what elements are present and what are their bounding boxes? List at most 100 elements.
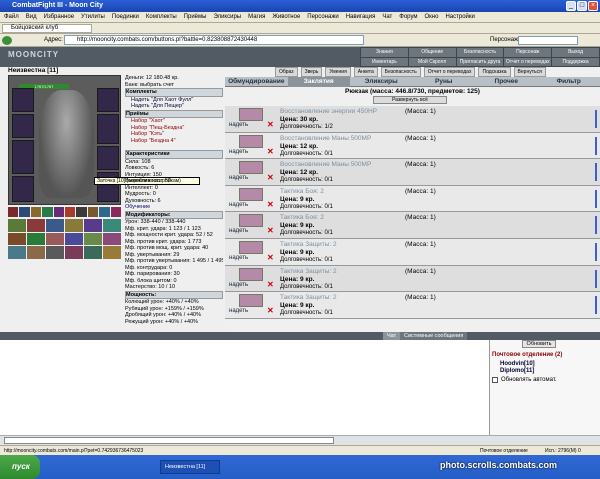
sub-nav-item[interactable]: Безопасность [380,67,421,77]
menu-item[interactable]: Приёмы [184,14,207,20]
online-user[interactable]: Hoodvin[10] [500,361,535,367]
power-header[interactable]: Мощность: [125,290,223,299]
close-button[interactable]: × [588,1,598,11]
top-nav-item[interactable]: Инвентарь [361,57,408,66]
item-name[interactable]: Тактика Боя: 2 [280,188,324,195]
spell-slot[interactable] [65,232,83,246]
address-input[interactable]: http://mooncity.combats.com/buttons.pl?b… [64,35,364,45]
belt-slot[interactable] [19,207,30,217]
menu-item[interactable]: Животное [272,14,300,20]
spell-slot[interactable] [65,219,83,232]
spell-slot[interactable] [8,246,26,259]
category-tab[interactable]: Руны [413,77,476,87]
top-nav-item[interactable]: Персонаж [504,48,552,57]
equip-link[interactable]: надеть [229,202,248,208]
mods-header[interactable]: Модификаторы: [125,210,223,219]
menu-item[interactable]: Окно [425,14,439,20]
autoupdate-checkbox[interactable] [492,377,498,383]
slot-gloves[interactable] [97,146,119,170]
menu-item[interactable]: Навигация [346,14,376,20]
belt-slot[interactable] [65,207,76,217]
slot-belt[interactable] [12,176,34,202]
item-name[interactable]: Восстановление Маны 500MP [280,161,371,168]
sub-nav-item[interactable]: Вернуться [513,67,546,77]
slot-armor[interactable] [12,140,34,174]
delete-icon[interactable]: ✕ [267,147,274,156]
category-tab[interactable]: Фильтр [538,77,600,87]
top-nav-item[interactable]: Поддержка [552,57,599,66]
top-nav-item[interactable]: Общение [408,48,456,57]
menu-item[interactable]: Настройки [445,14,474,20]
belt-slot[interactable] [30,207,42,217]
equip-link[interactable]: надеть [229,282,248,288]
slot-helmet[interactable] [12,88,34,112]
belt-slot[interactable] [8,207,19,217]
item-name[interactable]: Восстановление Маны 500MP [280,135,371,142]
spell-slot[interactable] [103,219,121,232]
menu-item[interactable]: Поединки [112,14,139,20]
category-tab[interactable]: Обмундирование [225,77,288,87]
slot-weapon-left[interactable] [12,114,34,138]
chars-header[interactable]: Характеристики [125,150,223,159]
spell-slot[interactable] [84,219,102,232]
refresh-button[interactable]: Обновить [522,340,556,348]
spell-slot[interactable] [103,232,121,246]
item-name[interactable]: Тактика Боя: 2 [280,214,324,221]
menu-item[interactable]: Форум [399,14,417,20]
delete-icon[interactable]: ✕ [267,120,274,129]
chat-input[interactable] [4,437,334,444]
start-button[interactable]: пуск [0,455,40,479]
belt-slot[interactable] [87,207,99,217]
post-office-link[interactable]: Почтовое отделение (2) [492,352,562,358]
kits-header[interactable]: Комплекты [125,88,223,97]
menu-item[interactable]: Файл [4,14,19,20]
equip-link[interactable]: надеть [229,122,248,128]
spell-slot[interactable] [27,232,45,246]
top-nav-item[interactable]: Выход [552,48,599,57]
category-tab[interactable]: Прочее [475,77,538,87]
sub-nav-item[interactable]: Анкета [353,67,378,77]
sub-nav-item[interactable]: Отчет о переводах [423,67,476,77]
taskbar-item[interactable]: Неизвестна [11] [160,460,220,474]
back-icon[interactable] [2,36,12,45]
category-tab[interactable]: Заклятия [287,77,350,87]
top-nav-item[interactable]: Мой Скролл [408,57,456,66]
spell-slot[interactable] [8,232,26,246]
belt-slot[interactable] [76,207,87,217]
top-nav-item[interactable]: Знания [361,48,408,57]
belt-slot[interactable] [110,207,122,217]
equip-link[interactable]: надеть [229,308,248,314]
delete-icon[interactable]: ✕ [267,173,274,182]
maximize-button[interactable]: □ [577,1,587,11]
menu-item[interactable]: Комплекты [146,14,177,20]
delete-icon[interactable]: ✕ [267,306,274,315]
spell-slot[interactable] [27,246,45,259]
belt-slot[interactable] [99,207,110,217]
menu-item[interactable]: Утилиты [81,14,105,20]
sub-nav-item[interactable]: Зверь [300,67,323,77]
slot-earrings[interactable] [97,88,119,112]
tab-system-messages[interactable]: Системные сообщения [400,332,468,340]
sub-nav-item[interactable]: Подсказка [478,67,511,77]
delete-icon[interactable]: ✕ [267,280,274,289]
menu-item[interactable]: Чат [382,14,392,20]
spell-slot[interactable] [46,232,64,246]
minimize-button[interactable]: _ [566,1,576,11]
belt-slot[interactable] [42,207,53,217]
menu-item[interactable]: Магия [248,14,265,20]
belt-slot[interactable] [53,207,65,217]
spell-slot[interactable] [65,246,83,259]
sub-nav-item[interactable]: Умения [325,67,351,77]
top-nav-item[interactable]: Пригласить друга [456,57,504,66]
item-name[interactable]: Восстановление энергии 450HP [280,108,377,115]
tab-chat[interactable]: Чат [383,332,401,340]
equip-link[interactable]: надеть [229,175,248,181]
equip-link[interactable]: надеть [229,149,248,155]
menu-item[interactable]: Персонажи [307,14,338,20]
tricks-header[interactable]: Приёмы [125,109,223,118]
item-name[interactable]: Тактика Защиты: 2 [280,294,337,301]
category-tab[interactable]: Эликсиры [350,77,413,87]
delete-icon[interactable]: ✕ [267,226,274,235]
menu-item[interactable]: Вид [26,14,37,20]
top-nav-item[interactable]: Отчет о переводах [504,57,552,66]
